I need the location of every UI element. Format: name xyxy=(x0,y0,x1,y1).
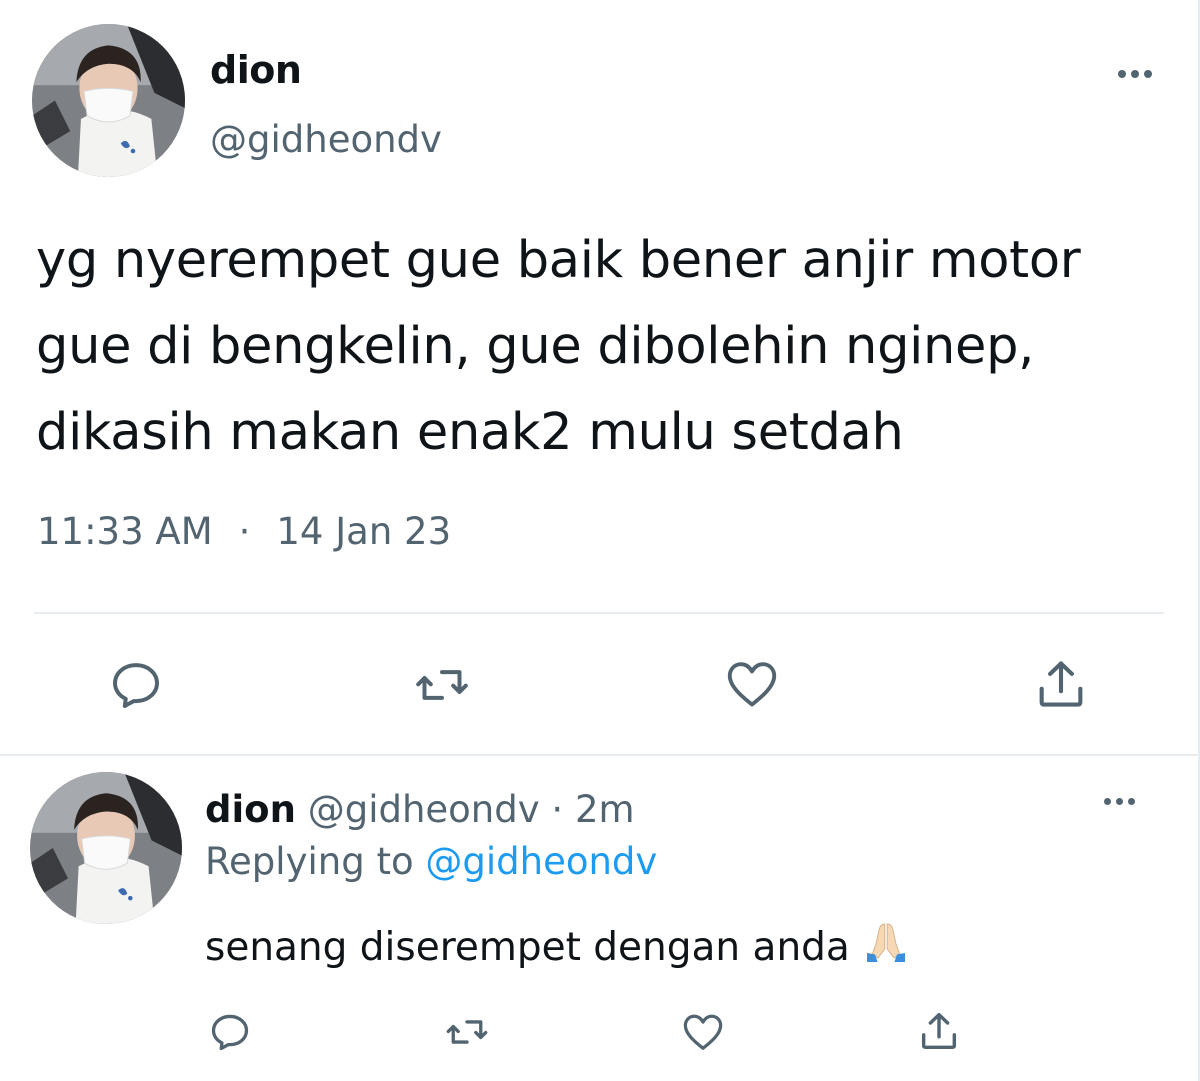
author-name[interactable]: dion xyxy=(210,48,302,92)
like-button[interactable] xyxy=(722,655,782,717)
reply-author-name[interactable]: dion xyxy=(205,788,296,831)
folded-hands-icon xyxy=(862,920,910,974)
tweet-divider xyxy=(0,754,1200,756)
replying-to-mention[interactable]: @gidheondv xyxy=(425,840,657,883)
reply-header: dion @gidheondv · 2m xyxy=(205,788,635,831)
more-icon[interactable] xyxy=(1104,798,1135,805)
retweet-icon xyxy=(416,670,468,700)
reply-icon xyxy=(113,663,159,708)
reply-avatar[interactable] xyxy=(30,772,182,924)
share-button[interactable] xyxy=(1032,655,1090,717)
more-icon[interactable] xyxy=(1118,70,1152,78)
heart-icon xyxy=(683,1014,723,1050)
avatar-photo xyxy=(32,24,185,177)
tweet-date: 14 Jan 23 xyxy=(276,510,452,553)
share-icon xyxy=(1039,661,1083,707)
heart-icon xyxy=(727,662,777,707)
tweet-text: yg nyerempet gue baik bener anjir motor … xyxy=(36,231,1081,462)
reply-text-row: senang diserempet dengan anda xyxy=(205,920,910,974)
share-icon xyxy=(921,1012,957,1050)
meta-separator: · xyxy=(238,510,251,553)
retweet-icon xyxy=(446,1020,488,1044)
author-handle[interactable]: @gidheondv xyxy=(210,118,442,161)
reply-button[interactable] xyxy=(208,1010,252,1058)
reply-button[interactable] xyxy=(108,657,164,717)
reply-icon xyxy=(211,1014,249,1051)
tweet-time: 11:33 AM xyxy=(37,510,213,553)
reply-author-handle[interactable]: @gidheondv xyxy=(308,788,540,831)
like-button[interactable] xyxy=(680,1009,726,1059)
retweet-button[interactable] xyxy=(413,657,471,717)
divider xyxy=(34,612,1164,614)
retweet-button[interactable] xyxy=(443,1010,491,1058)
tweet-timestamp[interactable]: 11:33 AM · 14 Jan 23 xyxy=(37,510,451,553)
share-button[interactable] xyxy=(916,1008,962,1058)
reply-separator: · xyxy=(551,788,564,831)
avatar[interactable] xyxy=(32,24,185,177)
avatar-photo xyxy=(30,772,182,924)
reply-text: senang diserempet dengan anda xyxy=(205,924,850,970)
reply-time[interactable]: 2m xyxy=(575,788,635,831)
replying-to: Replying to @gidheondv xyxy=(205,840,657,883)
main-tweet: dion @gidheondv yg nyerempet gue baik be… xyxy=(0,0,1200,755)
replying-to-label: Replying to xyxy=(205,840,414,883)
